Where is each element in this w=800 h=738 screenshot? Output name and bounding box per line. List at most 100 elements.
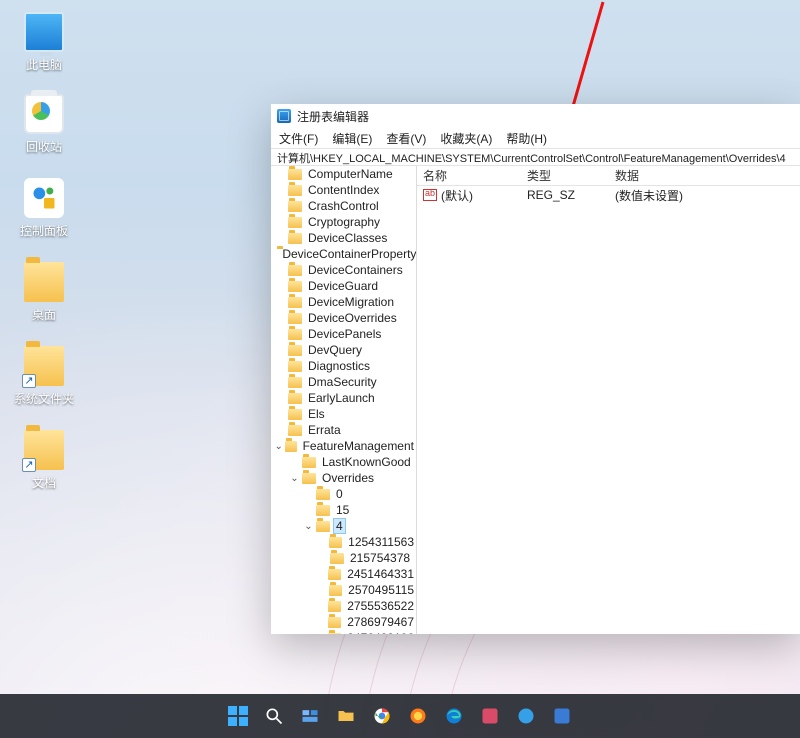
- app-button-2[interactable]: [513, 703, 539, 729]
- tree-node[interactable]: ›DeviceContainers: [271, 262, 416, 278]
- tree-node[interactable]: ›0: [271, 486, 416, 502]
- app-button-1[interactable]: [477, 703, 503, 729]
- icon-label: 此电脑: [6, 56, 82, 73]
- tree-node-label: 215754378: [348, 551, 412, 565]
- tree-node[interactable]: ›15: [271, 502, 416, 518]
- tree-node[interactable]: ›LastKnownGood: [271, 454, 416, 470]
- app-icon: [552, 706, 572, 726]
- search-button[interactable]: [261, 703, 287, 729]
- folder-icon: [328, 633, 341, 635]
- col-type[interactable]: 类型: [527, 167, 615, 184]
- tree-node-label: FeatureManagement: [301, 439, 416, 453]
- tree-node[interactable]: ⌄Overrides: [271, 470, 416, 486]
- tree-node[interactable]: ›2451464331: [271, 566, 416, 582]
- folder-icon: [288, 425, 302, 436]
- start-button[interactable]: [225, 703, 251, 729]
- folder-icon: [288, 265, 302, 276]
- tree-node-label: EarlyLaunch: [306, 391, 377, 405]
- folder-icon: [316, 521, 330, 532]
- tree-node[interactable]: ›Errata: [271, 422, 416, 438]
- tree-node[interactable]: ›CrashControl: [271, 198, 416, 214]
- tree-node[interactable]: ⌄4: [271, 518, 416, 534]
- menu-file[interactable]: 文件(F): [279, 130, 318, 147]
- chevron-down-icon[interactable]: ⌄: [274, 441, 283, 452]
- tree-node[interactable]: ›DevQuery: [271, 342, 416, 358]
- address-bar[interactable]: 计算机\HKEY_LOCAL_MACHINE\SYSTEM\CurrentCon…: [271, 148, 800, 166]
- tree-node[interactable]: ›2786979467: [271, 614, 416, 630]
- browser2-button[interactable]: [405, 703, 431, 729]
- desktop-icon-this-pc[interactable]: 此电脑: [6, 12, 82, 73]
- menu-edit[interactable]: 编辑(E): [332, 130, 372, 147]
- tree-node-label: 2786979467: [345, 615, 416, 629]
- col-name[interactable]: 名称: [417, 167, 527, 184]
- tree-node[interactable]: ›DevicePanels: [271, 326, 416, 342]
- edge-button[interactable]: [441, 703, 467, 729]
- tree-node[interactable]: ›1254311563: [271, 534, 416, 550]
- folder-icon: [288, 281, 302, 292]
- folder-icon: [288, 313, 302, 324]
- tree-node-label: ComputerName: [306, 167, 395, 181]
- folder-icon: [288, 361, 302, 372]
- value-row[interactable]: (默认) REG_SZ (数值未设置): [417, 186, 800, 204]
- tree-node-label: DeviceMigration: [306, 295, 396, 309]
- tree-node[interactable]: ›DeviceOverrides: [271, 310, 416, 326]
- chevron-down-icon[interactable]: ⌄: [289, 473, 300, 484]
- desktop-icon-folder-1[interactable]: 桌面: [6, 262, 82, 323]
- tree-node[interactable]: ›ComputerName: [271, 166, 416, 182]
- tree-node[interactable]: ›DeviceClasses: [271, 230, 416, 246]
- tree-node[interactable]: ›DeviceMigration: [271, 294, 416, 310]
- chrome-button[interactable]: [369, 703, 395, 729]
- tree-node[interactable]: ›Diagnostics: [271, 358, 416, 374]
- tree-node[interactable]: ›Cryptography: [271, 214, 416, 230]
- tree-node[interactable]: ›DeviceGuard: [271, 278, 416, 294]
- folder-icon: [288, 393, 302, 404]
- folder-icon: ↗: [24, 430, 64, 470]
- tree-node[interactable]: ›3476428106: [271, 630, 416, 634]
- taskbar: [0, 694, 800, 738]
- folder-icon: [288, 345, 302, 356]
- desktop-icon-control-panel[interactable]: 控制面板: [6, 178, 82, 239]
- taskview-button[interactable]: [297, 703, 323, 729]
- folder-icon: [329, 537, 343, 548]
- folder-icon: [328, 601, 341, 612]
- folder-icon: [285, 441, 296, 452]
- tree-node-label: CrashControl: [306, 199, 381, 213]
- tree-node-label: DeviceContainerPropertyUpda: [280, 247, 417, 261]
- desktop-icon-folder-3[interactable]: ↗ 文档: [6, 430, 82, 491]
- tree-node[interactable]: ›215754378: [271, 550, 416, 566]
- folder-icon: [302, 457, 316, 468]
- tree-node[interactable]: ›Els: [271, 406, 416, 422]
- titlebar[interactable]: 注册表编辑器: [271, 104, 800, 128]
- tree-node[interactable]: ›DmaSecurity: [271, 374, 416, 390]
- tree-node-label: DeviceGuard: [306, 279, 380, 293]
- tree-node-label: Diagnostics: [306, 359, 372, 373]
- tree-node[interactable]: ⌄ FeatureManagement: [271, 438, 416, 454]
- col-data[interactable]: 数据: [615, 167, 800, 184]
- menu-fav[interactable]: 收藏夹(A): [440, 130, 492, 147]
- taskview-icon: [300, 706, 320, 726]
- tree-node[interactable]: ›DeviceContainerPropertyUpda: [271, 246, 416, 262]
- tree-node[interactable]: ›ContentIndex: [271, 182, 416, 198]
- values-pane[interactable]: 名称 类型 数据 (默认) REG_SZ (数值未设置): [417, 166, 800, 634]
- control-panel-icon: [24, 178, 64, 218]
- menubar: 文件(F) 编辑(E) 查看(V) 收藏夹(A) 帮助(H): [271, 128, 800, 148]
- folder-icon: [288, 201, 302, 212]
- desktop-icon-recycle-bin[interactable]: 回收站: [6, 94, 82, 155]
- folder-icon: [288, 377, 302, 388]
- search-icon: [264, 706, 284, 726]
- chevron-down-icon[interactable]: ⌄: [303, 521, 314, 532]
- tree-node-label: Els: [306, 407, 327, 421]
- tree-pane[interactable]: ›ComputerName›ContentIndex›CrashControl›…: [271, 166, 417, 634]
- app-button-3[interactable]: [549, 703, 575, 729]
- tree-node[interactable]: ›2570495115: [271, 582, 416, 598]
- tree-node-label: DeviceOverrides: [306, 311, 399, 325]
- tree-node-label: DeviceContainers: [306, 263, 405, 277]
- tree-node[interactable]: ›EarlyLaunch: [271, 390, 416, 406]
- menu-help[interactable]: 帮助(H): [506, 130, 547, 147]
- window-title: 注册表编辑器: [297, 108, 369, 125]
- string-value-icon: [423, 189, 437, 201]
- menu-view[interactable]: 查看(V): [386, 130, 426, 147]
- desktop-icon-folder-2[interactable]: ↗ 系统文件夹: [6, 346, 82, 407]
- explorer-button[interactable]: [333, 703, 359, 729]
- tree-node[interactable]: ›2755536522: [271, 598, 416, 614]
